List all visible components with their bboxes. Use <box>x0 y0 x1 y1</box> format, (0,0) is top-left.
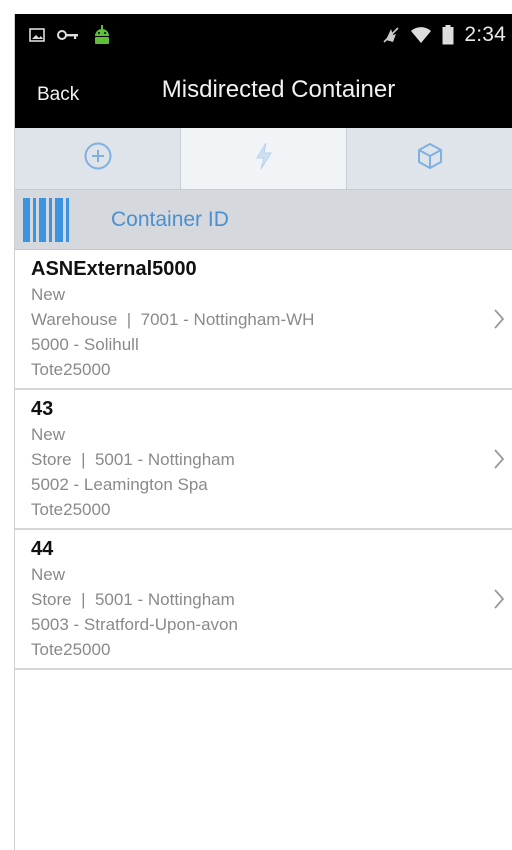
key-icon <box>57 29 79 41</box>
container-type: Tote25000 <box>31 360 111 379</box>
container-status: New <box>31 565 66 584</box>
chevron-right-icon <box>492 587 506 616</box>
container-status: New <box>31 285 66 304</box>
image-icon <box>29 28 45 42</box>
chevron-right-icon <box>492 307 506 336</box>
no-sound-icon <box>382 26 400 44</box>
tab-container[interactable] <box>347 128 512 189</box>
header: Back Misdirected Container <box>15 56 512 128</box>
chevron-right-icon <box>492 447 506 476</box>
barcode-icon[interactable] <box>23 197 69 242</box>
container-status: New <box>31 425 66 444</box>
android-icon <box>91 24 113 46</box>
container-location: Warehouse | 7001 - Nottingham-WH <box>31 310 315 329</box>
container-location: Store | 5001 - Nottingham <box>31 450 235 469</box>
lightning-icon <box>253 141 275 176</box>
container-destination: 5002 - Leamington Spa <box>31 475 208 494</box>
container-id-input[interactable]: Container ID <box>111 208 229 232</box>
container-type: Tote25000 <box>31 640 111 659</box>
container-list: ASNExternal5000 New Warehouse | 7001 - N… <box>15 250 512 670</box>
tab-bar <box>15 128 512 190</box>
tab-add[interactable] <box>15 128 181 189</box>
container-id: ASNExternal5000 <box>31 258 197 280</box>
list-item[interactable]: 44 New Store | 5001 - Nottingham 5003 - … <box>15 530 512 670</box>
status-time: 2:34 <box>464 23 506 46</box>
list-item[interactable]: 43 New Store | 5001 - Nottingham 5002 - … <box>15 390 512 530</box>
page-title: Misdirected Container <box>161 76 396 103</box>
list-item[interactable]: ASNExternal5000 New Warehouse | 7001 - N… <box>15 250 512 390</box>
container-location: Store | 5001 - Nottingham <box>31 590 235 609</box>
container-id: 43 <box>31 398 54 420</box>
battery-icon <box>442 25 454 45</box>
cube-icon <box>416 141 444 176</box>
container-type: Tote25000 <box>31 500 111 519</box>
container-id: 44 <box>31 538 54 560</box>
app-screen: 2:34 Back Misdirected Container Containe… <box>14 14 512 850</box>
wifi-icon <box>410 26 432 44</box>
status-bar: 2:34 <box>15 14 512 56</box>
container-scan-field[interactable]: Container ID <box>15 190 512 250</box>
add-circle-icon <box>83 141 113 176</box>
container-destination: 5003 - Stratford-Upon-avon <box>31 615 238 634</box>
container-destination: 5000 - Solihull <box>31 335 139 354</box>
tab-action[interactable] <box>181 128 347 189</box>
